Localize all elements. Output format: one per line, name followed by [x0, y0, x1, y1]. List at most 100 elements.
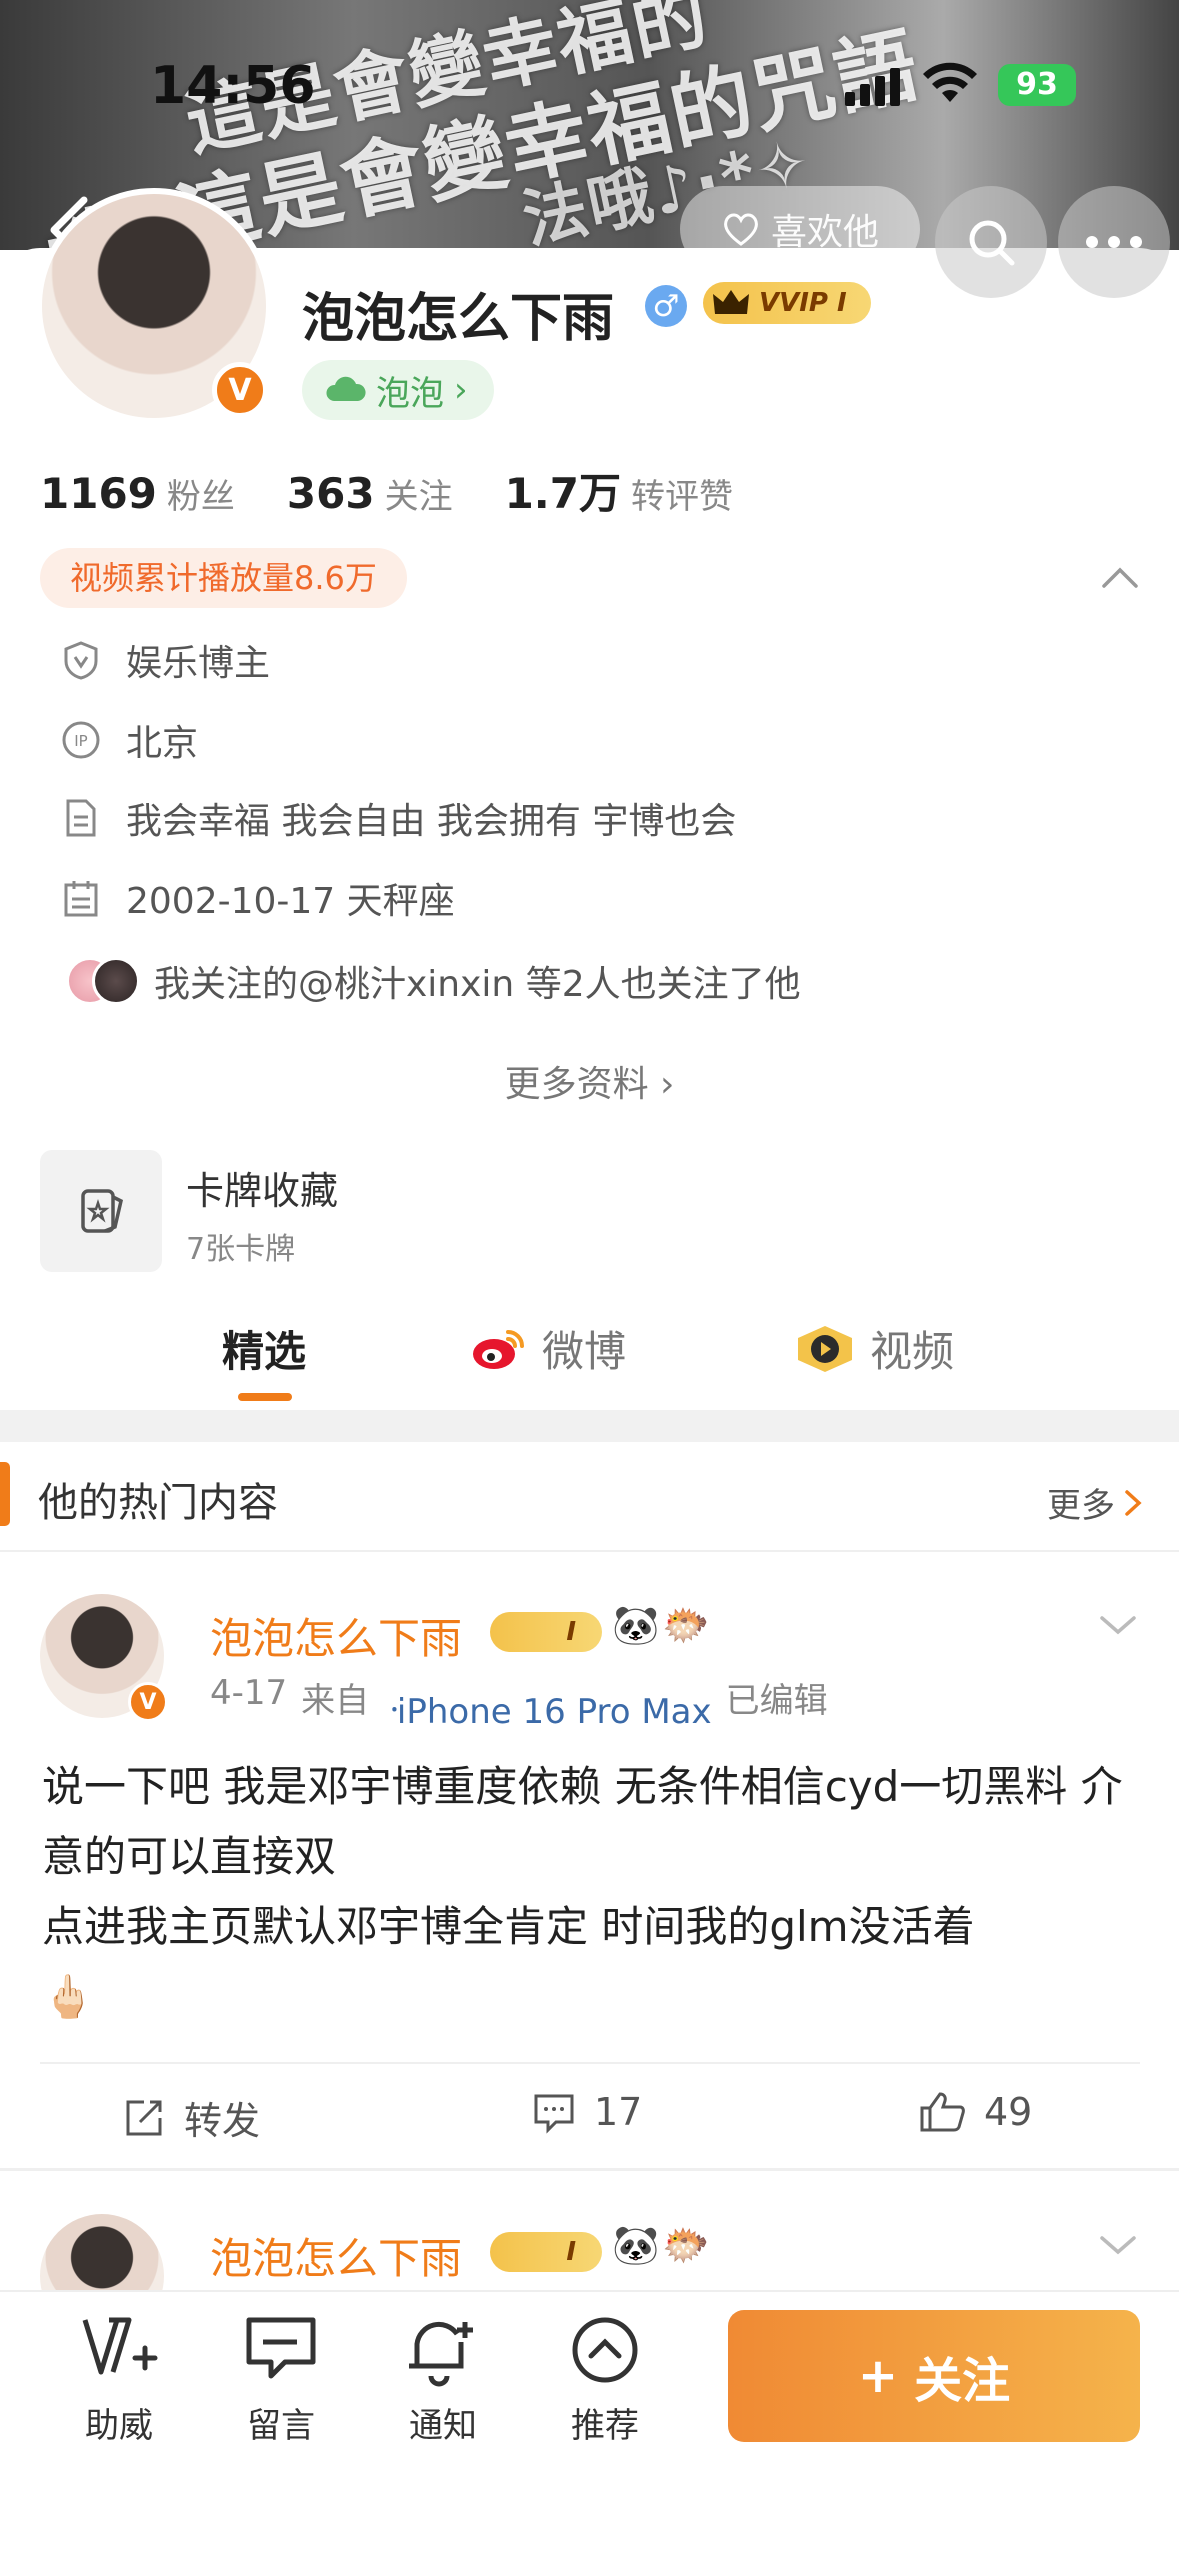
recommend-label: 推荐 — [571, 2406, 639, 2446]
divider — [0, 2168, 1179, 2171]
repost-icon — [126, 2100, 162, 2135]
stat-label: 转评赞 — [630, 477, 733, 517]
vip-label: VVIP I — [759, 288, 847, 318]
chevron-down-icon[interactable] — [1098, 1612, 1138, 1638]
info-ip: IP 北京 — [60, 710, 198, 770]
crown-icon — [713, 290, 749, 314]
chevron-up-icon[interactable] — [1100, 562, 1140, 592]
card-collection-icon-box[interactable] — [40, 1150, 162, 1272]
notify-button[interactable]: 通知 — [388, 2312, 498, 2447]
comment-button[interactable]: 17 — [532, 2090, 642, 2134]
cloud-icon — [326, 376, 366, 401]
chevron-down-icon[interactable] — [1098, 2232, 1138, 2258]
post-body[interactable]: 说一下吧 我是邓宇博重度依赖 无条件相信cyd一切黑料 介意的可以直接双 点进我… — [42, 1752, 1152, 2032]
like-count: 49 — [984, 2090, 1033, 2134]
cheer-v-icon — [82, 2317, 158, 2375]
comment-icon — [534, 2094, 574, 2134]
notify-label: 通知 — [409, 2406, 477, 2446]
repost-button[interactable]: 转发 — [122, 2090, 260, 2145]
hot-more-label: 更多 — [1047, 1486, 1115, 1526]
mutual-follow-row[interactable]: 我关注的@桃汁xinxin 等2人也关注了他 — [66, 955, 801, 1007]
bubble-link[interactable]: 泡泡 › — [302, 360, 494, 420]
pufferfish-icon: 🐡 — [662, 1603, 710, 1647]
post-source[interactable]: ᠂iPhone 16 Pro Max — [383, 1673, 711, 1733]
card-icon — [81, 1189, 124, 1233]
stat-engagement[interactable]: 1.7万 转评赞 — [505, 460, 733, 521]
stat-followers[interactable]: 1169 粉丝 — [40, 469, 235, 518]
verified-badge: V — [212, 362, 268, 418]
hot-more-link[interactable]: 更多 — [1047, 1478, 1143, 1527]
follow-label: 关注 — [914, 2353, 1011, 2409]
bell-plus-icon — [409, 2322, 473, 2387]
chevron-right-icon: › — [660, 1064, 675, 1105]
ip-text: 北京 — [126, 723, 199, 764]
video-icon — [798, 1325, 852, 1372]
tab-weibo[interactable]: 微博 — [470, 1318, 626, 1379]
panda-icon: 🐼 — [612, 1603, 660, 1647]
status-time: 14:56 — [150, 56, 316, 116]
tab-label: 微博 — [542, 1327, 627, 1376]
post-author-name[interactable]: 泡泡怎么下雨 — [210, 1605, 462, 1666]
chevron-right-icon — [1125, 1489, 1142, 1516]
stat-number: 363 — [286, 469, 375, 518]
vip-badge[interactable]: VVIP I — [703, 282, 871, 324]
divider — [40, 2062, 1140, 2064]
wifi-icon — [923, 62, 977, 102]
stat-label: 粉丝 — [166, 477, 235, 517]
tab-video[interactable]: 视频 — [794, 1318, 954, 1379]
vip-level-badge: I — [490, 1612, 602, 1652]
post-source-label: iPhone 16 Pro Max — [396, 1692, 712, 1732]
vip-level-badge: I — [490, 2232, 602, 2272]
bubble-label: 泡泡 — [376, 373, 444, 414]
document-icon — [66, 799, 96, 837]
stat-number: 1.7万 — [504, 469, 621, 518]
more-info-link[interactable]: 更多资料 › — [0, 1055, 1179, 1107]
search-icon — [969, 220, 1015, 266]
heart-icon — [724, 213, 758, 246]
section-accent-bar — [0, 1462, 10, 1526]
message-button[interactable]: 留言 — [226, 2312, 336, 2447]
bio-text: 我会幸福 我会自由 我会拥有 宇博也会 — [126, 801, 737, 842]
mutual-avatars — [66, 957, 140, 1005]
card-collection-title[interactable]: 卡牌收藏 — [186, 1160, 338, 1215]
more-info-label: 更多资料 — [504, 1064, 649, 1105]
post-meta: 4-17 来自 ᠂iPhone 16 Pro Max 已编辑 — [210, 1673, 828, 1733]
hot-content-title: 他的热门内容 — [38, 1480, 278, 1526]
status-bar: 14:56 93 — [0, 0, 1179, 140]
mutual-follow-text: 我关注的@桃汁xinxin 等2人也关注了他 — [154, 964, 801, 1005]
tab-label: 精选 — [222, 1327, 307, 1376]
profile-tabs: 精选 微博 视频 — [0, 1300, 1179, 1410]
plus-icon: + — [857, 2348, 899, 2404]
search-button[interactable] — [935, 186, 1047, 298]
verified-badge: V — [128, 1682, 168, 1722]
level-label: I — [566, 2237, 576, 2267]
recommend-button[interactable]: 推荐 — [550, 2312, 660, 2447]
profile-avatar[interactable]: V — [36, 188, 272, 424]
info-birthday: 2002-10-17 天秤座 — [60, 868, 455, 928]
more-options-button[interactable] — [1058, 186, 1170, 298]
post-edited: 已编辑 — [725, 1681, 828, 1721]
post-date: 4-17 — [210, 1673, 288, 1713]
like-him-button[interactable]: 喜欢他 — [680, 186, 920, 272]
repost-label: 转发 — [184, 2099, 261, 2143]
more-dots-icon — [1086, 236, 1142, 248]
pufferfish-icon: 🐡 — [662, 2223, 710, 2267]
message-icon — [246, 2317, 316, 2379]
profile-name: 泡泡怎么下雨 — [302, 289, 615, 349]
tab-featured[interactable]: 精选 — [222, 1318, 306, 1379]
like-button[interactable]: 49 — [918, 2090, 1032, 2134]
stat-following[interactable]: 363 关注 — [287, 469, 453, 518]
cheer-button[interactable]: 助威 — [64, 2312, 174, 2447]
profile-stats: 1169 粉丝 363 关注 1.7万 转评赞 — [40, 460, 733, 521]
info-category: 娱乐博主 — [60, 630, 270, 690]
battery-indicator: 93 — [998, 64, 1076, 106]
category-text: 娱乐博主 — [126, 643, 271, 684]
post-author-name[interactable]: 泡泡怎么下雨 — [210, 2225, 462, 2286]
svg-text:IP: IP — [74, 732, 87, 750]
cellular-signal-icon — [845, 68, 900, 106]
follow-button[interactable]: + 关注 — [728, 2310, 1140, 2442]
avatar — [92, 957, 140, 1005]
info-bio: 我会幸福 我会自由 我会拥有 宇博也会 — [60, 788, 736, 848]
cheer-label: 助威 — [85, 2406, 153, 2446]
male-icon: ♂ — [645, 285, 687, 327]
